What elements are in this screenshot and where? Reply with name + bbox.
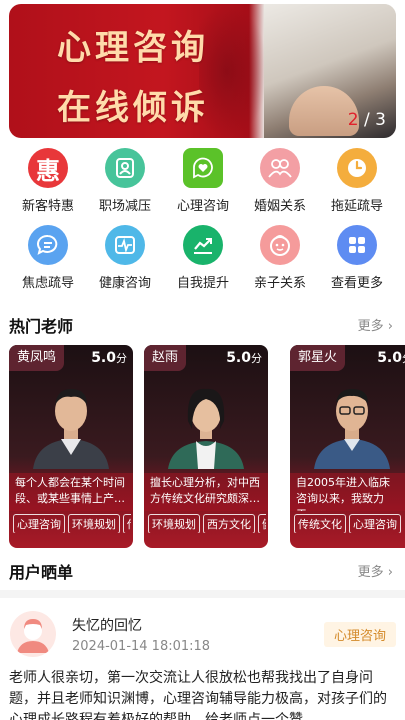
teacher-score: 5.0分 <box>377 350 405 366</box>
category-marriage[interactable]: 婚姻关系 <box>241 148 319 214</box>
score-unit: 分 <box>251 352 262 365</box>
category-anxiety[interactable]: 焦虑疏导 <box>9 225 87 291</box>
category-health[interactable]: 健康咨询 <box>86 225 164 291</box>
teacher-score: 5.0分 <box>91 350 127 366</box>
chevron-right-icon: › <box>387 319 393 334</box>
category-label: 亲子关系 <box>253 276 306 291</box>
teacher-tag: 心理咨询 <box>349 514 401 533</box>
more-label: 更多 <box>357 319 384 334</box>
category-label: 心理咨询 <box>176 199 229 214</box>
section-divider <box>0 590 405 598</box>
banner-ink-swirl <box>199 4 269 138</box>
teacher-tag: 传统文化 <box>123 514 131 533</box>
teacher-card[interactable]: 赵雨 5.0分 擅长心理分析，对中西方传统文化研究颇深… 环境规划西方文化健康咨… <box>144 345 268 548</box>
category-label: 职场减压 <box>98 199 151 214</box>
score-value: 5.0 <box>377 350 402 366</box>
banner-title-line2: 在线倾诉 <box>57 88 209 128</box>
banner-title-line1: 心理咨询 <box>57 28 209 68</box>
category-label: 拖延疏导 <box>330 199 383 214</box>
teacher-tag: 环境规划 <box>148 514 200 533</box>
teacher-description: 擅长心理分析，对中西方传统文化研究颇深… <box>144 473 268 511</box>
more-label: 更多 <box>357 565 384 580</box>
teacher-name: 郭星火 <box>290 345 346 371</box>
heart-chat-icon <box>183 148 223 188</box>
office-icon <box>105 148 145 188</box>
teacher-photo <box>168 388 244 469</box>
hero-banner[interactable]: 心理咨询 在线倾诉 2 / 3 <box>9 4 396 138</box>
category-procrastination[interactable]: 拖延疏导 <box>318 148 396 214</box>
category-label: 健康咨询 <box>98 276 151 291</box>
teacher-tag: 环境规划 <box>68 514 120 533</box>
teacher-tag: 心理咨询 <box>13 514 65 533</box>
category-self-improvement[interactable]: 自我提升 <box>164 225 242 291</box>
score-value: 5.0 <box>91 350 116 366</box>
category-counseling[interactable]: 心理咨询 <box>164 148 242 214</box>
hot-teachers-title: 热门老师 <box>9 317 74 336</box>
teacher-tag: 西方文化 <box>203 514 255 533</box>
pager-total: 3 <box>375 110 386 130</box>
category-label: 焦虑疏导 <box>21 276 74 291</box>
teacher-name: 黄凤鸣 <box>9 345 65 371</box>
clock-icon <box>337 148 377 188</box>
category-new-customer[interactable]: 惠 新客特惠 <box>9 148 87 214</box>
category-workplace[interactable]: 职场减压 <box>86 148 164 214</box>
user-silhouette-icon <box>17 619 49 653</box>
review-text: 老师人很亲切，第一次交流让人很放松也帮我找出了自身问题，并且老师知识渊博，心理咨… <box>9 670 387 720</box>
trend-up-icon <box>183 225 223 265</box>
pager-separator: / <box>358 110 376 130</box>
category-label: 自我提升 <box>176 276 229 291</box>
hot-teachers-more-link[interactable]: 更多 › <box>358 315 393 334</box>
teacher-photo <box>314 389 390 469</box>
review-category-badge: 心理咨询 <box>323 622 396 647</box>
teacher-card[interactable]: 郭星火 5.0分 自2005年进入临床咨询以来，我致力于… 传统文化心理咨询 <box>290 345 405 548</box>
teacher-tags: 心理咨询环境规划传统文化 <box>13 513 131 533</box>
pager-current: 2 <box>347 110 359 130</box>
heartbeat-icon <box>105 225 145 265</box>
teacher-score: 5.0分 <box>226 350 262 366</box>
chevron-right-icon: › <box>387 565 393 580</box>
reviews-more-link[interactable]: 更多 › <box>358 561 393 580</box>
score-value: 5.0 <box>226 350 251 366</box>
teacher-description: 每个人都会在某个时间段、或某些事情上产… <box>9 473 133 511</box>
category-label: 查看更多 <box>330 276 383 291</box>
teacher-photo <box>33 389 109 469</box>
teacher-tags: 传统文化 心理咨询 <box>294 513 405 533</box>
hui-discount-icon: 惠 <box>28 148 68 188</box>
category-parenting[interactable]: 亲子关系 <box>241 225 319 291</box>
banner-pager: 2 / 3 <box>348 110 386 130</box>
review-timestamp: 2024-01-14 18:01:18 <box>72 639 211 654</box>
grid-more-icon <box>337 225 377 265</box>
teacher-card[interactable]: 黄凤鸣 5.0分 每个人都会在某个时间段、或某些事情上产… 心理咨询环境规划传统… <box>9 345 133 548</box>
baby-icon <box>260 225 300 265</box>
score-unit: 分 <box>116 352 127 365</box>
category-label: 婚姻关系 <box>253 199 306 214</box>
user-avatar[interactable] <box>10 611 56 657</box>
teacher-description: 自2005年进入临床咨询以来，我致力于… <box>290 473 405 511</box>
category-view-more[interactable]: 查看更多 <box>318 225 396 291</box>
review-username: 失忆的回忆 <box>72 618 142 634</box>
teacher-tags: 环境规划西方文化健康咨询 <box>148 513 266 533</box>
reviews-title: 用户晒单 <box>9 563 74 582</box>
chat-bubble-icon <box>28 225 68 265</box>
couple-icon <box>260 148 300 188</box>
category-label: 新客特惠 <box>21 199 74 214</box>
teacher-name: 赵雨 <box>144 345 187 371</box>
teacher-tag: 健康咨询 <box>258 514 266 533</box>
teacher-tag: 传统文化 <box>294 514 346 533</box>
